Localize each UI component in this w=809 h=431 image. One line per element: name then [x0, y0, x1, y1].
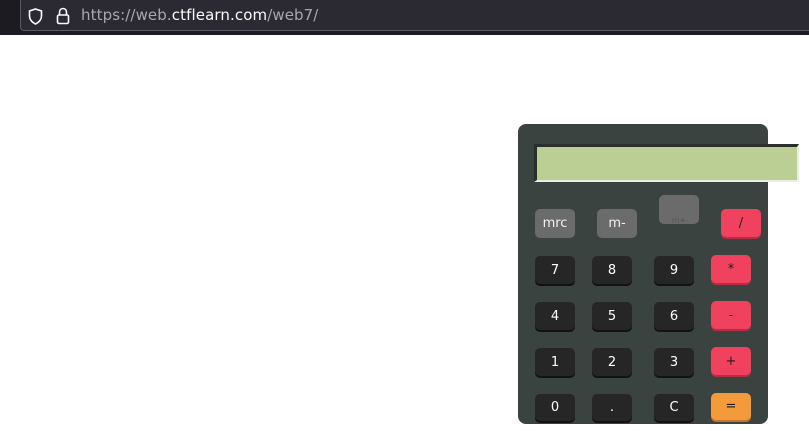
clear-button[interactable]: C [654, 394, 694, 421]
browser-toolbar: https://web.ctflearn.com/web7/ [0, 0, 809, 35]
key-0[interactable]: 0 [535, 394, 575, 421]
minus-button[interactable]: - [711, 301, 751, 329]
m-plus-button[interactable]: m+ [659, 195, 699, 224]
divide-button[interactable]: / [721, 209, 761, 237]
equals-button[interactable]: = [711, 393, 751, 420]
shield-icon[interactable] [28, 8, 43, 25]
multiply-button[interactable]: * [711, 255, 751, 283]
m-minus-button[interactable]: m- [597, 209, 637, 238]
plus-button[interactable]: + [711, 347, 751, 375]
key-7[interactable]: 7 [535, 256, 575, 284]
key-3[interactable]: 3 [654, 348, 694, 376]
mrc-button[interactable]: mrc [535, 209, 575, 238]
url-domain: ctflearn.com [171, 6, 268, 24]
url-prefix: https://web. [81, 6, 172, 24]
url-path: /web7/ [267, 6, 319, 24]
url-text[interactable]: https://web.ctflearn.com/web7/ [81, 6, 318, 24]
key-6[interactable]: 6 [654, 302, 694, 330]
key-8[interactable]: 8 [592, 256, 632, 284]
decimal-point-button[interactable]: . [592, 394, 632, 421]
key-9[interactable]: 9 [654, 256, 694, 284]
key-2[interactable]: 2 [592, 348, 632, 376]
calculator-display [534, 144, 799, 182]
key-4[interactable]: 4 [535, 302, 575, 330]
lock-icon[interactable] [56, 7, 70, 25]
key-1[interactable]: 1 [535, 348, 575, 376]
key-5[interactable]: 5 [592, 302, 632, 330]
